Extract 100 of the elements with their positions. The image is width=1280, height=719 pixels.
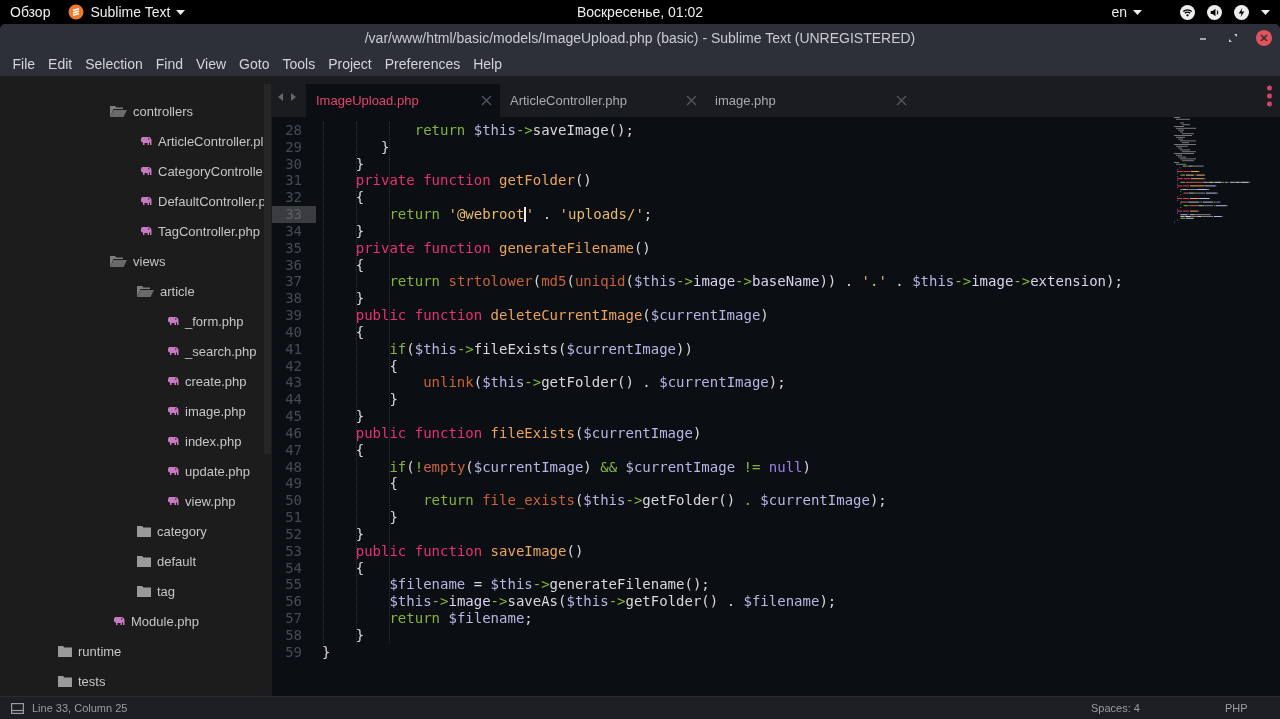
code-line: if(!empty($currentImage) && $currentImage != null)	[389, 458, 811, 476]
line-number: 50	[284, 492, 303, 510]
tree-item[interactable]: controllers	[0, 96, 272, 126]
line-number: 58	[284, 626, 303, 644]
code-line: {	[355, 256, 365, 274]
tree-item[interactable]: update.php	[0, 456, 272, 486]
line-number: 36	[284, 256, 303, 274]
line-number: 30	[284, 155, 303, 173]
tree-item[interactable]: tag	[0, 576, 272, 606]
line-number: 28	[284, 122, 303, 139]
code-line: unlink($this->getFolder() . $currentImage);	[423, 374, 786, 392]
line-number: 42	[284, 357, 303, 375]
code-line: {	[389, 357, 398, 375]
tree-item[interactable]: _search.php	[0, 336, 272, 366]
menu-item[interactable]: Help	[466, 56, 509, 72]
elephant-icon	[140, 136, 152, 146]
caret-icon	[176, 9, 186, 15]
menu-item[interactable]: Project	[321, 56, 379, 72]
caret-icon[interactable]	[1261, 9, 1270, 15]
tree-item[interactable]: category	[0, 516, 272, 546]
elephant-icon	[140, 166, 152, 176]
menu-item[interactable]: View	[189, 56, 233, 72]
code-line: return strtolower(md5(uniqid($this->image->baseName)) . '.' . $this->image->extension);	[389, 273, 1123, 291]
restore-icon[interactable]	[1226, 31, 1240, 45]
code-line: private function getFolder()	[355, 172, 592, 190]
tab-scroll-icon[interactable]	[278, 93, 296, 101]
tree-item[interactable]: runtime	[0, 636, 272, 666]
code-line: return file_exists($this->getFolder() . $currentImage);	[423, 492, 887, 510]
tree-item[interactable]: views	[0, 246, 272, 276]
code-line: public function saveImage()	[355, 542, 584, 560]
window-title: /var/www/html/basic/models/ImageUpload.php (basic) - Sublime Text (UNREGISTERED)	[364, 30, 916, 46]
panel-icon[interactable]	[11, 702, 24, 714]
line-number: 57	[284, 610, 303, 627]
line-number: 49	[284, 475, 303, 493]
tree-item[interactable]: Module.php	[0, 606, 272, 636]
tree-item[interactable]: index.php	[0, 426, 272, 456]
tree-item[interactable]: DefaultController.p	[0, 186, 272, 216]
line-number: 31	[284, 172, 303, 190]
line-number: 45	[284, 408, 303, 425]
language-indicator[interactable]: en	[1111, 4, 1127, 20]
tree-item[interactable]: ArticleController.pl	[0, 126, 272, 156]
tree-item[interactable]: tests	[0, 666, 272, 696]
menu-item[interactable]: Selection	[78, 56, 150, 72]
elephant-icon	[167, 496, 179, 506]
code-line: }	[389, 391, 398, 409]
tree-item[interactable]: default	[0, 546, 272, 576]
line-number: 52	[284, 525, 303, 543]
tree-item[interactable]: view.php	[0, 486, 272, 516]
menu-item[interactable]: Find	[149, 56, 190, 72]
cursor-position: Line 33, Column 25	[32, 702, 128, 714]
code-line: {	[355, 189, 365, 207]
activities-button[interactable]: Обзор	[10, 4, 51, 20]
elephant-icon	[113, 616, 125, 626]
tree-item[interactable]: _form.php	[0, 306, 272, 336]
close-icon[interactable]	[896, 95, 907, 106]
line-number: 41	[284, 340, 303, 358]
code-line: return $this->saveImage();	[414, 122, 634, 139]
code-line: }	[381, 138, 390, 156]
code-line: }	[322, 643, 331, 661]
elephant-icon	[140, 196, 152, 206]
syntax-setting[interactable]: PHP	[1225, 702, 1280, 714]
elephant-icon	[167, 466, 179, 476]
tree-item[interactable]: TagController.php	[0, 216, 272, 246]
tree-item[interactable]: article	[0, 276, 272, 306]
power-icon[interactable]	[1234, 4, 1249, 20]
line-number: 54	[284, 559, 303, 577]
code-line: private function generateFilename()	[355, 239, 651, 257]
line-number: 32	[284, 189, 303, 207]
code-line: return $filename;	[389, 610, 533, 627]
scrollbar[interactable]	[264, 84, 271, 454]
editor-tab[interactable]: ImageUpload.php	[306, 84, 500, 117]
line-number: 40	[284, 323, 303, 341]
code-line: }	[355, 222, 365, 240]
clock[interactable]: Воскресенье, 01:02	[576, 4, 704, 20]
close-icon[interactable]	[1256, 30, 1272, 46]
close-icon[interactable]	[481, 95, 492, 106]
close-icon[interactable]	[686, 95, 697, 106]
code-line: {	[355, 323, 365, 341]
elephant-icon	[167, 346, 179, 356]
menu-item[interactable]: Goto	[232, 56, 276, 72]
more-icon[interactable]	[1267, 85, 1272, 107]
menu-item[interactable]: Edit	[41, 56, 79, 72]
volume-icon[interactable]	[1207, 4, 1222, 20]
app-menu[interactable]: Sublime Text	[90, 4, 171, 20]
code-line: }	[355, 155, 365, 173]
line-number: 46	[284, 424, 303, 442]
menu-item[interactable]: File	[6, 56, 42, 72]
tree-item[interactable]: create.php	[0, 366, 272, 396]
menu-item[interactable]: Preferences	[378, 56, 467, 72]
elephant-icon	[167, 406, 179, 416]
tree-item[interactable]: image.php	[0, 396, 272, 426]
tree-item[interactable]: CategoryControlle	[0, 156, 272, 186]
wifi-icon[interactable]	[1180, 4, 1195, 20]
code-line: }	[389, 509, 398, 526]
code-line: $filename = $this->generateFilename();	[389, 576, 710, 594]
line-number: 55	[284, 576, 303, 594]
indentation-setting[interactable]: Spaces: 4	[1091, 702, 1225, 714]
menu-item[interactable]: Tools	[275, 56, 322, 72]
line-number: 37	[284, 273, 303, 291]
code-line: }	[355, 408, 365, 425]
